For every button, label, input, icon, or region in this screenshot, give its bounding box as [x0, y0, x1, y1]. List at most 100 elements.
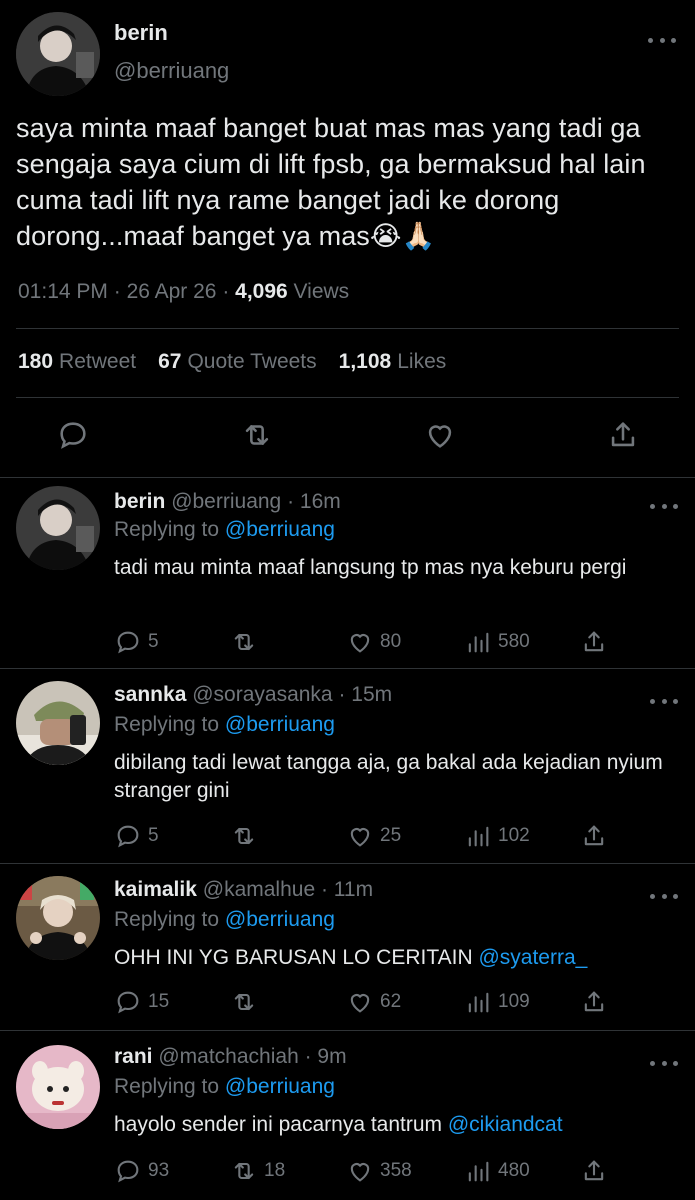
more-icon[interactable] [650, 886, 678, 906]
like-action[interactable]: 358 [346, 1157, 412, 1185]
views-action[interactable]: 480 [464, 1157, 530, 1185]
reply-actions: 5 25 102 [114, 822, 614, 852]
reply-tweet[interactable]: rani @matchachiah · 9m Replying to @berr… [0, 1031, 695, 1200]
like-count: 358 [380, 1160, 412, 1181]
views-count: 102 [498, 825, 530, 846]
share-icon[interactable] [580, 628, 608, 656]
share-icon[interactable] [580, 1157, 608, 1185]
display-name[interactable]: rani [114, 1045, 153, 1068]
retweet-icon[interactable] [240, 418, 274, 452]
views-action[interactable]: 109 [464, 988, 530, 1016]
share-icon[interactable] [580, 988, 608, 1016]
replying-to: Replying to @berriuang [114, 1075, 335, 1098]
reply-tweet[interactable]: berin @berriuang · 16m Replying to @berr… [0, 478, 695, 668]
reply-text: OHH INI YG BARUSAN LO CERITAIN @syaterra… [114, 946, 588, 969]
tweet-stats: 180 Retweet 67 Quote Tweets 1,108 Likes [18, 350, 446, 374]
handle[interactable]: @berriuang [171, 490, 281, 513]
views-count: 109 [498, 991, 530, 1012]
avatar[interactable] [16, 681, 100, 765]
reply-text: tadi mau minta maaf langsung tp mas nya … [114, 556, 627, 579]
replying-to-link[interactable]: @berriuang [225, 1075, 335, 1098]
views-label: Views [293, 280, 350, 303]
views-count: 480 [498, 1160, 530, 1181]
retweet-action[interactable] [230, 988, 264, 1016]
like-action[interactable]: 80 [346, 628, 401, 656]
divider [16, 397, 679, 398]
tweet-date[interactable]: 26 Apr 26 [127, 280, 217, 303]
handle[interactable]: @sorayasanka [192, 683, 332, 706]
more-icon[interactable] [648, 30, 676, 50]
display-name[interactable]: kaimalik [114, 878, 197, 901]
reply-header: sannka @sorayasanka · 15m [114, 683, 393, 706]
display-name[interactable]: sannka [114, 683, 186, 706]
retweet-action[interactable] [230, 628, 264, 656]
replying-to: Replying to @berriuang [114, 713, 335, 736]
more-icon[interactable] [650, 691, 678, 711]
reply-age[interactable]: 11m [334, 878, 373, 901]
handle[interactable]: @matchachiah [158, 1045, 298, 1068]
reply-actions: 15 62 109 [114, 988, 614, 1018]
reply-header: rani @matchachiah · 9m [114, 1045, 347, 1068]
reply-actions: 5 80 580 [114, 628, 614, 658]
reply-header: kaimalik @kamalhue · 11m [114, 878, 374, 901]
mention-link[interactable]: @syaterra_ [478, 946, 587, 969]
more-icon[interactable] [650, 1053, 678, 1073]
reply-tweet[interactable]: kaimalik @kamalhue · 11m Replying to @be… [0, 864, 695, 1030]
reply-header: berin @berriuang · 16m [114, 490, 341, 513]
reply-action[interactable]: 93 [114, 1157, 169, 1185]
avatar[interactable] [16, 1045, 100, 1129]
display-name[interactable]: berin [114, 20, 168, 46]
replying-to-link[interactable]: @berriuang [225, 713, 335, 736]
like-count: 62 [380, 991, 402, 1012]
tweet-actions [0, 418, 695, 458]
more-icon[interactable] [650, 496, 678, 516]
handle[interactable]: @kamalhue [203, 878, 315, 901]
reply-tweet[interactable]: sannka @sorayasanka · 15m Replying to @b… [0, 669, 695, 863]
retweet-action[interactable] [230, 822, 264, 850]
reply-actions: 93 18 358 480 [114, 1157, 614, 1187]
main-tweet: berin @berriuang saya minta maaf banget … [0, 0, 695, 478]
replying-to-link[interactable]: @berriuang [225, 518, 335, 541]
retweets-stat[interactable]: 180 Retweet [18, 350, 136, 374]
reply-count: 5 [148, 631, 159, 652]
replying-to-link[interactable]: @berriuang [225, 908, 335, 931]
tweet-time[interactable]: 01:14 PM [18, 280, 108, 303]
retweet-count: 18 [264, 1160, 286, 1181]
like-icon[interactable] [423, 418, 457, 452]
like-action[interactable]: 62 [346, 988, 401, 1016]
reply-count: 93 [148, 1160, 170, 1181]
likes-stat[interactable]: 1,108 Likes [339, 350, 447, 374]
like-action[interactable]: 25 [346, 822, 401, 850]
reply-text: hayolo sender ini pacarnya tantrum @ciki… [114, 1113, 563, 1136]
reply-age[interactable]: 9m [317, 1045, 346, 1068]
like-count: 25 [380, 825, 402, 846]
divider [16, 328, 679, 329]
like-count: 80 [380, 631, 402, 652]
reply-text: dibilang tadi lewat tangga aja, ga bakal… [114, 751, 663, 802]
reply-action[interactable]: 5 [114, 628, 159, 656]
reply-action[interactable]: 5 [114, 822, 159, 850]
views-action[interactable]: 580 [464, 628, 530, 656]
share-icon[interactable] [606, 418, 640, 452]
reply-age[interactable]: 16m [300, 490, 341, 513]
retweet-action[interactable]: 18 [230, 1157, 285, 1185]
reply-count: 15 [148, 991, 170, 1012]
tweet-meta: 01:14 PM · 26 Apr 26 · 4,096 Views [18, 280, 350, 303]
reply-action[interactable]: 15 [114, 988, 169, 1016]
tweet-text: saya minta maaf banget buat mas mas yang… [16, 113, 646, 251]
avatar[interactable] [16, 12, 100, 96]
quotes-stat[interactable]: 67 Quote Tweets [158, 350, 317, 374]
share-icon[interactable] [580, 822, 608, 850]
reply-count: 5 [148, 825, 159, 846]
views-count: 580 [498, 631, 530, 652]
views-count: 4,096 [235, 280, 288, 303]
mention-link[interactable]: @cikiandcat [448, 1113, 563, 1136]
reply-icon[interactable] [56, 418, 90, 452]
replying-to: Replying to @berriuang [114, 518, 335, 541]
display-name[interactable]: berin [114, 490, 165, 513]
avatar[interactable] [16, 876, 100, 960]
views-action[interactable]: 102 [464, 822, 530, 850]
handle[interactable]: @berriuang [114, 58, 229, 84]
reply-age[interactable]: 15m [351, 683, 392, 706]
avatar[interactable] [16, 486, 100, 570]
